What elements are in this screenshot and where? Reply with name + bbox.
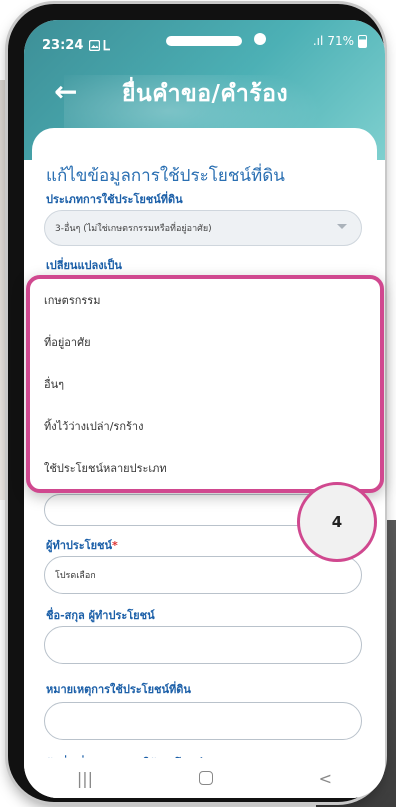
back-arrow-icon[interactable]: ←: [54, 78, 77, 106]
dropdown-option-abandoned[interactable]: ทิ้งไว้ว่างเปล่า/รกร้าง: [30, 405, 380, 447]
remark-input[interactable]: [44, 702, 362, 740]
land-use-type-label: ประเภทการใช้ประโยชน์ที่ดิน: [46, 193, 183, 206]
recents-button[interactable]: |||: [77, 769, 93, 788]
page-title: ยื่นคำขอ/คำร้อง: [122, 81, 289, 107]
notification-icons: [89, 39, 111, 51]
change-to-dropdown-list: เกษตรกรรม ที่อยู่อาศัย อื่นๆ ทิ้งไว้ว่าง…: [26, 275, 384, 493]
user-select[interactable]: โปรดเลือก: [44, 556, 362, 594]
status-right: .ıl 71%: [313, 34, 367, 48]
nav-back-button[interactable]: <: [319, 769, 332, 788]
user-name-input[interactable]: [44, 626, 362, 664]
dropdown-option-other[interactable]: อื่นๆ: [30, 363, 380, 405]
user-label: ผู้ทำประโยชน์*: [46, 536, 118, 554]
notch-pill: [166, 36, 242, 46]
signal-icon: .ıl: [312, 34, 324, 48]
section-title: แก้ไขข้อมูลการใช้ประโยชน์ที่ดิน: [46, 166, 285, 186]
land-use-type-select[interactable]: 3-อื่นๆ (ไม่ใช่เกษตรกรรมหรือที่อยู่อาศัย…: [44, 210, 362, 246]
chevron-down-icon: [337, 224, 347, 229]
change-to-label: เปลี่ยนแปลงเป็น: [46, 259, 122, 272]
battery-level: 71%: [327, 34, 354, 48]
user-select-value: โปรดเลือก: [55, 571, 96, 581]
gallery-notification-icon: [89, 39, 101, 51]
remark-label: หมายเหตุการใช้ประโยชน์ที่ดิน: [46, 683, 191, 696]
user-name-label: ชื่อ-สกุล ผู้ทำประโยชน์: [46, 609, 155, 622]
android-nav-bar: ||| <: [24, 758, 385, 798]
land-use-type-value: 3-อื่นๆ (ไม่ใช่เกษตรกรรมหรือที่อยู่อาศัย…: [55, 224, 212, 234]
user-label-text: ผู้ทำประโยชน์: [46, 539, 113, 552]
dropdown-option-agriculture[interactable]: เกษตรกรรม: [30, 279, 380, 321]
l-notification-icon: [103, 39, 111, 50]
home-button[interactable]: [198, 771, 213, 785]
step-number-badge: 4: [297, 482, 377, 562]
status-time: 23:24: [42, 37, 84, 53]
required-mark: *: [112, 539, 118, 552]
camera-icon: [254, 33, 266, 45]
battery-icon: [358, 34, 367, 48]
dropdown-option-residential[interactable]: ที่อยู่อาศัย: [30, 321, 380, 363]
